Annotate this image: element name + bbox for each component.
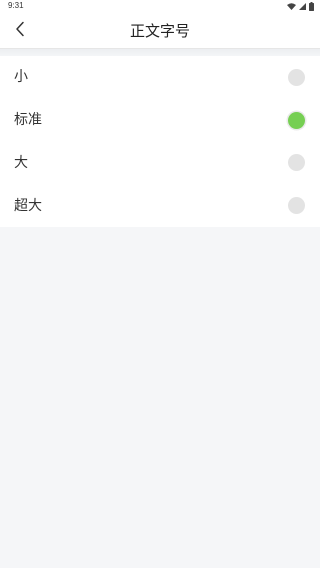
status-icons: [287, 1, 314, 11]
status-time: 9:31: [8, 1, 24, 10]
option-label: 大: [14, 154, 28, 171]
font-size-option-list: 小 标准 大 超大: [0, 56, 320, 227]
option-small[interactable]: 小: [0, 56, 320, 99]
option-label: 小: [14, 69, 28, 86]
page-title: 正文字号: [129, 22, 190, 40]
wifi-icon: [287, 2, 296, 10]
radio-button[interactable]: [288, 68, 305, 86]
status-bar: 9:31: [0, 0, 320, 12]
app-header: 正文字号: [0, 12, 320, 49]
option-label: 标准: [14, 112, 42, 129]
radio-button[interactable]: [288, 197, 305, 215]
radio-button[interactable]: [288, 154, 305, 172]
signal-icon: [299, 2, 306, 10]
option-extra-large[interactable]: 超大: [0, 184, 320, 227]
battery-icon: [309, 1, 314, 11]
screen: 9:31 正文字号 小 标准 大 超大: [0, 0, 320, 568]
option-large[interactable]: 大: [0, 142, 320, 185]
option-label: 超大: [14, 197, 42, 214]
option-standard[interactable]: 标准: [0, 99, 320, 142]
radio-button[interactable]: [288, 111, 305, 129]
